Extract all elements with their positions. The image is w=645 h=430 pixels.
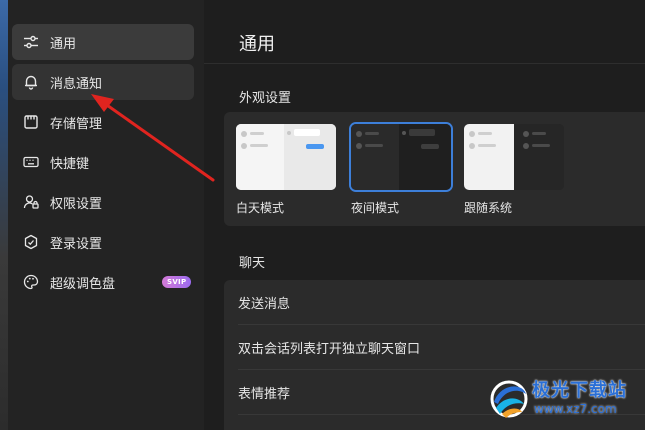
- sidebar-item-permissions[interactable]: 权限设置: [12, 184, 194, 220]
- sidebar-item-shortcuts[interactable]: 快捷键: [12, 144, 194, 180]
- settings-window: 通用 消息通知 存储管理 快捷键 权限设置 登录设置 超级调色盘 SVIP 通用…: [0, 0, 645, 430]
- sidebar-item-label: 消息通知: [50, 76, 103, 92]
- sidebar-item-label: 快捷键: [50, 156, 90, 172]
- sliders-icon: [22, 33, 40, 51]
- theme-label: 白天模式: [236, 201, 285, 215]
- chat-row-label: 发送消息: [238, 296, 291, 312]
- bell-icon: [22, 73, 40, 91]
- theme-preview-system[interactable]: [464, 124, 564, 190]
- chat-row-label: 双击会话列表打开独立聊天窗口: [238, 341, 421, 357]
- settings-sidebar: 通用 消息通知 存储管理 快捷键 权限设置 登录设置 超级调色盘 SVIP: [8, 0, 204, 430]
- settings-main-panel: 通用 外观设置 白天模式 夜间模式 跟随系统 聊天 发送消息 双击会话列表打开独…: [204, 0, 645, 430]
- watermark: 极光下载站 www.xz7.com: [488, 372, 640, 426]
- chat-section-title: 聊天: [239, 256, 266, 271]
- theme-preview-dark[interactable]: [349, 122, 453, 192]
- svip-badge: SVIP: [162, 276, 192, 288]
- theme-option-system[interactable]: 跟随系统: [464, 124, 564, 216]
- theme-option-dark[interactable]: 夜间模式: [349, 122, 453, 216]
- sidebar-item-label: 权限设置: [50, 196, 103, 212]
- watermark-site-name: 极光下载站: [532, 380, 627, 401]
- user-lock-icon: [22, 193, 40, 211]
- watermark-url: www.xz7.com: [534, 402, 617, 416]
- theme-label: 跟随系统: [464, 201, 513, 215]
- sidebar-item-label: 登录设置: [50, 236, 103, 252]
- page-title: 通用: [239, 34, 275, 55]
- appearance-card: 白天模式 夜间模式 跟随系统: [224, 112, 645, 226]
- title-divider: [204, 63, 645, 64]
- sidebar-item-login[interactable]: 登录设置: [12, 224, 194, 260]
- desktop-background-strip: [0, 0, 8, 430]
- watermark-logo-icon: [490, 380, 528, 418]
- chat-row-double-click-open[interactable]: 双击会话列表打开独立聊天窗口: [224, 325, 645, 369]
- palette-icon: [22, 273, 40, 291]
- sidebar-item-notifications[interactable]: 消息通知: [12, 64, 194, 100]
- shield-icon: [22, 233, 40, 251]
- chat-row-send-message[interactable]: 发送消息: [224, 280, 645, 324]
- theme-option-light[interactable]: 白天模式: [236, 124, 336, 216]
- theme-label: 夜间模式: [351, 201, 400, 215]
- sidebar-item-general[interactable]: 通用: [12, 24, 194, 60]
- sidebar-item-storage[interactable]: 存储管理: [12, 104, 194, 140]
- storage-icon: [22, 113, 40, 131]
- sidebar-item-label: 存储管理: [50, 116, 103, 132]
- keyboard-icon: [22, 153, 40, 171]
- sidebar-item-palette[interactable]: 超级调色盘 SVIP: [12, 264, 194, 300]
- chat-row-label: 表情推荐: [238, 386, 291, 402]
- sidebar-item-label: 通用: [50, 36, 77, 52]
- sidebar-item-label: 超级调色盘: [50, 276, 116, 292]
- appearance-section-title: 外观设置: [239, 91, 292, 106]
- theme-preview-light[interactable]: [236, 124, 336, 190]
